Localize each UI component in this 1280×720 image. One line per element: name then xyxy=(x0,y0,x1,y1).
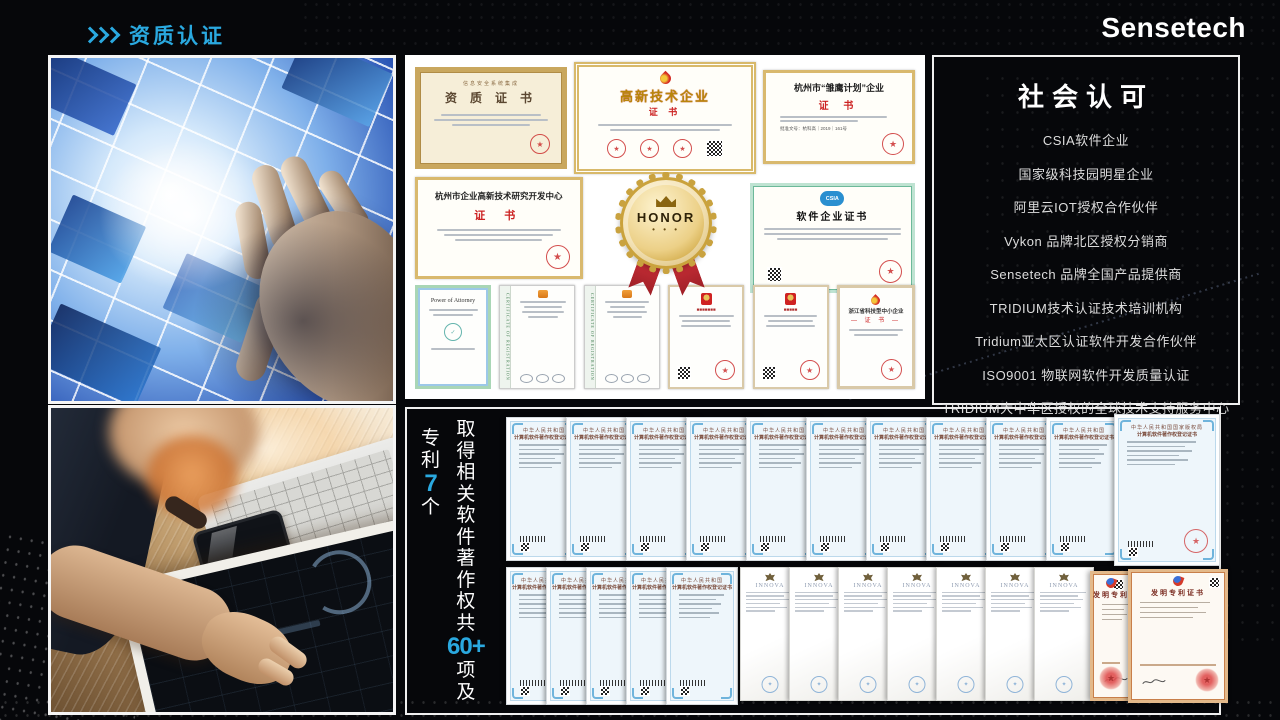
brand-logo: Sensetech xyxy=(1101,12,1246,44)
caption-column-copyright: 取得相关软件著作权共60+项及 xyxy=(447,419,485,703)
cert-eagle-plan: 杭州市“雏鹰计划”企业 证 书 批准文号：杭科高｜2019｜161号 ★ xyxy=(763,70,915,164)
emblem-icon xyxy=(538,290,548,298)
emblem-icon xyxy=(622,290,632,298)
cert-software-enterprise: CSIA 软件企业证书 ★ xyxy=(750,183,915,293)
social-item: 国家级科技园明星企业 xyxy=(934,164,1238,183)
cert-rnd-center: 杭州市企业高新技术研究开发中心 证 书 ★ xyxy=(415,177,583,279)
cert-power-of-attorney: Power of Attorney ✓ xyxy=(415,285,491,389)
copyright-certs-row-top: 中华人民共和国计算机软件著作权登记证书中华人民共和国计算机软件著作权登记证书中华… xyxy=(506,417,1211,563)
crest-icon xyxy=(814,573,824,582)
page-header: 资质认证 xyxy=(84,20,225,50)
cert-license: ■■■■■■■ ★ xyxy=(668,285,744,389)
cert-high-tech-enterprise: 高新技术企业 证 书 ★ ★ ★ xyxy=(574,62,756,174)
qr-code xyxy=(762,366,776,380)
software-copyright-cert: 中华人民共和国计算机软件著作权登记证书 xyxy=(666,567,738,705)
social-list: CSIA软件企业国家级科技园明星企业阿里云IOT授权合作伙伴 Vykon 品牌北区… xyxy=(934,130,1238,417)
patents-panel: 专利7个 取得相关软件著作权共60+项及 中华人民共和国计算机软件著作权登记证书… xyxy=(405,407,1221,715)
patents-caption: 专利7个 取得相关软件著作权共60+项及 xyxy=(421,419,485,703)
photo-digital-screens xyxy=(48,55,396,404)
social-recognition-panel: 社会认可 CSIA软件企业国家级科技园明星企业阿里云IOT授权合作伙伴 Vykon… xyxy=(932,55,1240,405)
qr-code xyxy=(767,267,782,282)
social-item: CSIA软件企业 xyxy=(934,130,1238,149)
national-emblem-icon xyxy=(701,293,712,305)
crest-icon xyxy=(765,573,775,582)
csia-logo: CSIA xyxy=(820,191,844,206)
crest-icon xyxy=(863,573,873,582)
cert-registration: CERTIFICATE OF REGISTRATION xyxy=(584,285,660,389)
slide: 资质认证 Sensetech 信息安全系统集成 资 质 证 书 xyxy=(0,0,1280,720)
crown-icon xyxy=(656,196,676,207)
chevron-icon xyxy=(104,27,121,44)
page-title: 资质认证 xyxy=(129,20,225,50)
certificates-panel: 信息安全系统集成 资 质 证 书 ★ 高新技术企业 证 书 ★ ★ ★ xyxy=(405,55,925,399)
software-copyright-cert: 中华人民共和国计算机软件著作权登记证书 xyxy=(1046,417,1122,561)
screens-scene xyxy=(51,58,393,401)
workspace-scene xyxy=(51,408,393,712)
social-item: Tridium亚太区认证软件开发合作伙伴 xyxy=(934,331,1238,350)
social-title: 社会认可 xyxy=(934,77,1238,114)
cnipa-logo xyxy=(1172,575,1185,588)
crest-icon xyxy=(961,573,971,582)
social-item: TRIDIUM技术认证技术培训机构 xyxy=(934,298,1238,317)
social-item: Sensetech 品牌全国产品提供商 xyxy=(934,264,1238,283)
invention-patent-cert: 发明专利证书★ xyxy=(1128,569,1228,703)
caption-column-patent: 专利7个 xyxy=(421,428,440,703)
national-emblem-icon xyxy=(785,293,796,305)
honor-medal: HONOR • • • xyxy=(583,177,750,291)
patent-certs-row-bottom: 中华人民共和国计算机软件著作权登记证书中华人民共和国计算机软件著作权登记证书中华… xyxy=(506,567,1211,709)
invention-patent-cert: 发明专利证书★ xyxy=(1090,571,1132,701)
qr-code xyxy=(677,366,691,380)
social-item: ISO9001 物联网软件开发质量认证 xyxy=(934,365,1238,384)
software-copyright-cert-large: 中华人民共和国国家版权局计算机软件著作权登记证书★ xyxy=(1114,414,1220,566)
cert-registration: CERTIFICATE OF REGISTRATION xyxy=(499,285,575,389)
cert-qualification: 信息安全系统集成 资 质 证 书 ★ xyxy=(415,67,567,169)
qr-code xyxy=(706,140,723,157)
cert-license: ■■■■■ ★ xyxy=(753,285,829,389)
innovation-patent-cert: INNOVA✦ xyxy=(1034,567,1094,701)
crest-icon xyxy=(1010,573,1020,582)
social-item: 阿里云IOT授权合作伙伴 xyxy=(934,197,1238,216)
social-item: Vykon 品牌北区授权分销商 xyxy=(934,231,1238,250)
photo-workspace xyxy=(48,405,396,715)
flame-icon xyxy=(657,71,673,87)
flame-icon xyxy=(870,294,883,307)
cert-zhejiang-sme: 浙江省科技型中小企业 — 证 书 — ★ xyxy=(837,285,915,389)
crest-icon xyxy=(912,573,922,582)
crest-icon xyxy=(1059,573,1069,582)
